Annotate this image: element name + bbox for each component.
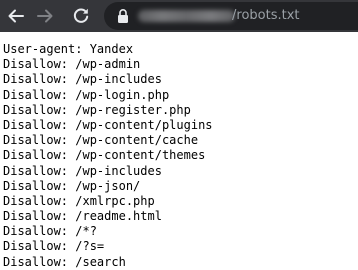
browser-toolbar: /robots.txt xyxy=(0,0,358,32)
text-line: Disallow: /wp-content/themes xyxy=(3,148,206,163)
text-line: Disallow: /wp-register.php xyxy=(3,102,191,117)
text-line: Disallow: /*? xyxy=(3,224,97,239)
text-line: Disallow: /wp-includes xyxy=(3,163,162,178)
robots-txt-content: User-agent: Yandex Disallow: /wp-admin Dis… xyxy=(3,42,213,270)
text-line: Disallow: /wp-includes xyxy=(3,72,162,87)
text-line: Disallow: /wp-json/ xyxy=(3,178,141,193)
arrow-left-icon xyxy=(8,9,24,23)
back-button[interactable] xyxy=(4,4,28,28)
text-line: Disallow: /?s= xyxy=(3,239,105,254)
arrow-right-icon xyxy=(37,9,53,23)
blurred-domain xyxy=(138,10,235,22)
address-bar[interactable]: /robots.txt xyxy=(104,2,358,30)
text-line: Disallow: /wp-admin xyxy=(3,57,141,72)
text-line: Disallow: /wp-content/plugins xyxy=(3,117,213,132)
text-line: Disallow: /wp-content/cache xyxy=(3,133,199,148)
text-line: Disallow: /xmlrpc.php xyxy=(3,193,155,208)
text-line: User-agent: Yandex xyxy=(3,42,134,56)
text-line: Disallow: /search xyxy=(3,254,126,269)
url-path: /robots.txt xyxy=(232,8,300,23)
lock-icon xyxy=(118,9,128,23)
forward-button[interactable] xyxy=(33,4,57,28)
reload-icon xyxy=(73,8,89,23)
text-line: Disallow: /readme.html xyxy=(3,209,162,224)
reload-button[interactable] xyxy=(69,4,93,28)
text-line: Disallow: /wp-login.php xyxy=(3,87,170,102)
